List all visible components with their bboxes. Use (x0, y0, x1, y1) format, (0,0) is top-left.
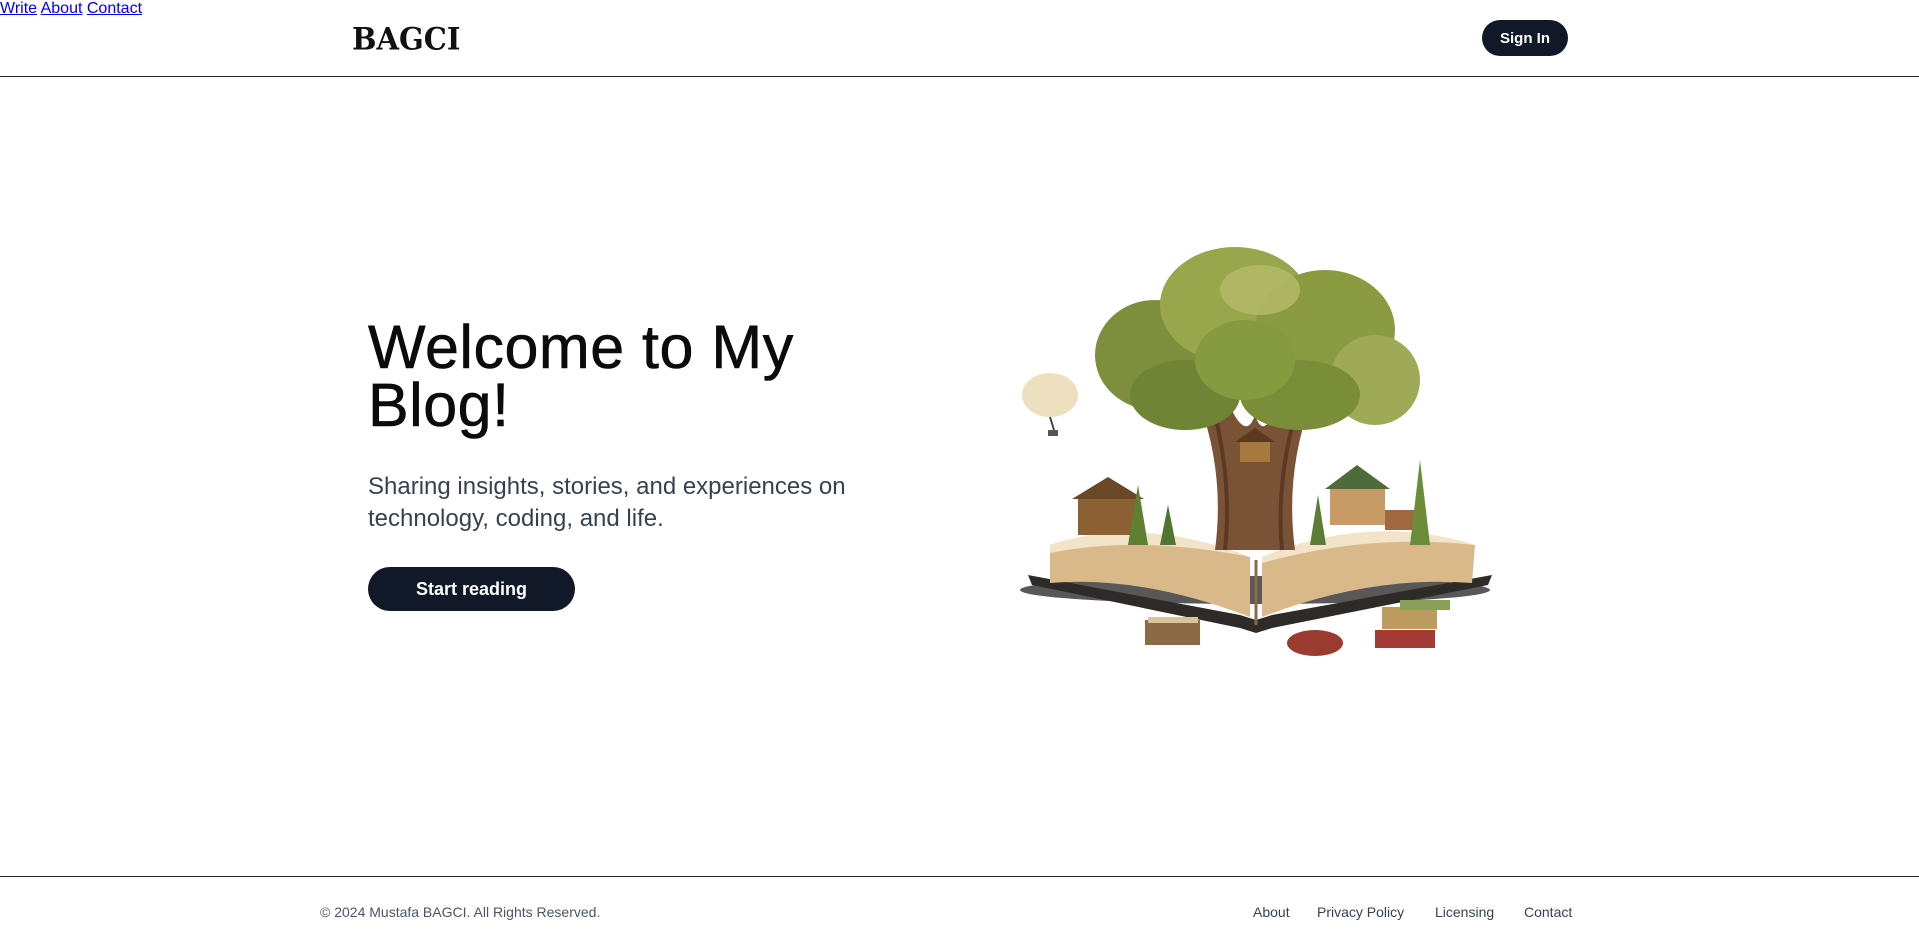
sign-in-button[interactable]: Sign In (1482, 20, 1568, 56)
open-book-tree-illustration (1020, 247, 1492, 656)
site-header: BAGCI Write About Contact Sign In (0, 0, 1919, 77)
footer-contact-link[interactable]: Contact (1524, 904, 1572, 920)
site-footer: © 2024 Mustafa BAGCI. All Rights Reserve… (0, 876, 1919, 943)
footer-licensing-link[interactable]: Licensing (1435, 904, 1494, 920)
footer-privacy-link[interactable]: Privacy Policy (1317, 904, 1404, 920)
site-logo[interactable]: BAGCI (352, 21, 460, 57)
footer-about-link[interactable]: About (1253, 904, 1290, 920)
hero-subtitle: Sharing insights, stories, and experienc… (368, 473, 846, 532)
hero-title: Welcome to My Blog! (368, 313, 794, 439)
nav-contact-link[interactable]: Contact (87, 0, 142, 17)
nav-about-link[interactable]: About (41, 0, 83, 17)
start-reading-button[interactable]: Start reading (368, 567, 575, 611)
copyright-text: © 2024 Mustafa BAGCI. All Rights Reserve… (320, 904, 601, 920)
nav-write-link[interactable]: Write (0, 0, 37, 17)
